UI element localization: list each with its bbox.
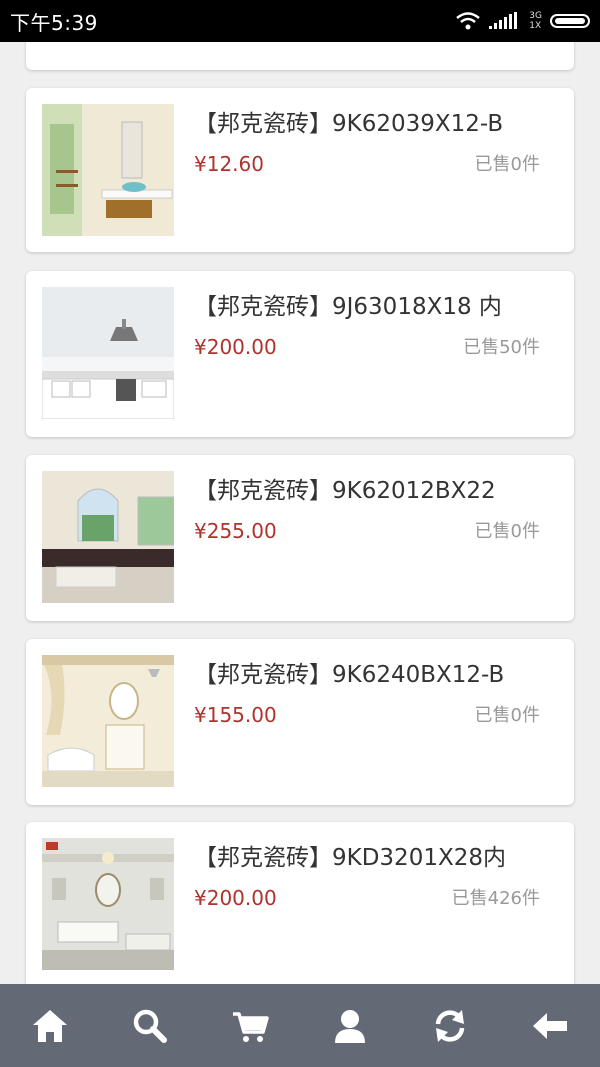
product-sold-count: 已售0件 bbox=[474, 705, 540, 726]
product-card[interactable]: 【邦克瓷砖】9K62012BX22 ¥255.00 已售0件 bbox=[26, 455, 574, 621]
status-indicators: 3G 1X bbox=[455, 11, 590, 31]
product-thumbnail bbox=[42, 104, 174, 236]
signal-icon bbox=[489, 12, 518, 29]
product-sold-count: 已售0件 bbox=[474, 521, 540, 542]
home-icon bbox=[33, 1009, 67, 1042]
network-type: 3G 1X bbox=[529, 11, 542, 31]
nav-refresh-button[interactable] bbox=[420, 996, 480, 1056]
product-sold-count: 已售50件 bbox=[463, 337, 540, 358]
product-card[interactable]: 【邦克瓷砖】9KD3201X28内 ¥200.00 已售426件 bbox=[26, 822, 574, 984]
product-list[interactable]: 【邦克瓷砖】9K62039X12-B ¥12.60 已售0件 【邦克瓷砖】9J6… bbox=[0, 42, 600, 984]
refresh-icon bbox=[435, 1009, 465, 1042]
network-type-label: 3G bbox=[529, 11, 542, 21]
product-thumbnail bbox=[42, 838, 174, 970]
product-thumbnail bbox=[42, 471, 174, 603]
product-title[interactable]: 【邦克瓷砖】9K6240BX12-B bbox=[194, 655, 566, 689]
network-sim-label: 1X bbox=[529, 21, 542, 31]
battery-icon bbox=[550, 14, 590, 28]
status-time: 下午5:39 bbox=[10, 10, 98, 35]
back-arrow-icon bbox=[533, 1012, 567, 1039]
product-title[interactable]: 【邦克瓷砖】9K62012BX22 bbox=[194, 471, 566, 505]
product-title[interactable]: 【邦克瓷砖】9J63018X18 内 bbox=[194, 287, 566, 321]
product-card[interactable]: 【邦克瓷砖】9K6240BX12-B ¥155.00 已售0件 bbox=[26, 639, 574, 805]
wifi-icon bbox=[456, 12, 481, 30]
product-price: ¥12.60 bbox=[194, 152, 264, 176]
nav-cart-button[interactable] bbox=[220, 996, 280, 1056]
product-title[interactable]: 【邦克瓷砖】9K62039X12-B bbox=[194, 104, 566, 138]
product-thumbnail bbox=[42, 655, 174, 787]
user-icon bbox=[335, 1009, 365, 1043]
product-sold-count: 已售0件 bbox=[474, 154, 540, 175]
nav-back-button[interactable] bbox=[520, 996, 580, 1056]
bottom-nav-bar bbox=[0, 984, 600, 1067]
nav-account-button[interactable] bbox=[320, 996, 380, 1056]
product-price: ¥200.00 bbox=[194, 335, 277, 359]
search-icon bbox=[133, 1009, 167, 1043]
product-price: ¥255.00 bbox=[194, 519, 277, 543]
nav-home-button[interactable] bbox=[20, 996, 80, 1056]
product-card-partial[interactable] bbox=[26, 42, 574, 70]
cart-icon bbox=[233, 1011, 269, 1042]
product-card[interactable]: 【邦克瓷砖】9K62039X12-B ¥12.60 已售0件 bbox=[26, 88, 574, 252]
product-card[interactable]: 【邦克瓷砖】9J63018X18 内 ¥200.00 已售50件 bbox=[26, 271, 574, 437]
product-price: ¥200.00 bbox=[194, 886, 277, 910]
status-bar: 下午5:39 3G 1X bbox=[0, 0, 600, 42]
product-title[interactable]: 【邦克瓷砖】9KD3201X28内 bbox=[194, 838, 566, 872]
product-sold-count: 已售426件 bbox=[451, 888, 540, 909]
nav-search-button[interactable] bbox=[120, 996, 180, 1056]
product-thumbnail bbox=[42, 287, 174, 419]
product-price: ¥155.00 bbox=[194, 703, 277, 727]
